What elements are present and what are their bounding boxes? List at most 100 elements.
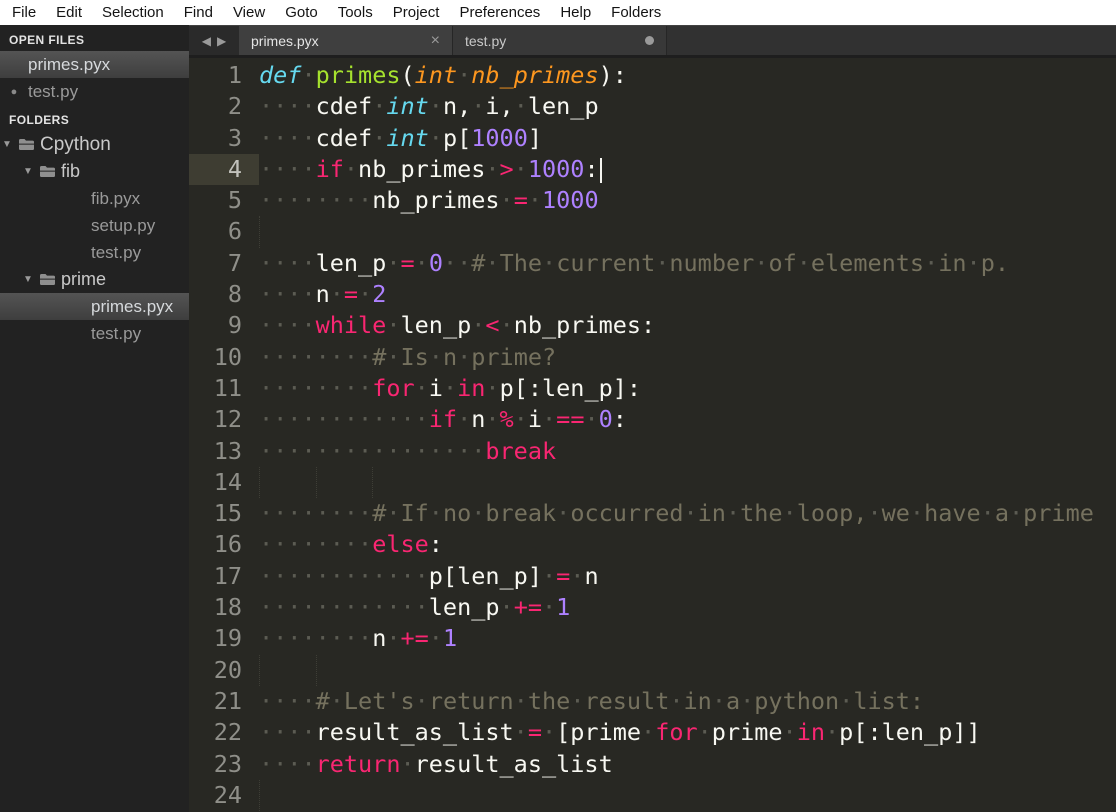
tree-folder-fib[interactable]: ▼ fib [0,158,189,185]
open-files-header: OPEN FILES [9,33,85,47]
disclosure-triangle-icon[interactable]: ▼ [0,139,14,150]
code-line[interactable]: 18 ············len_p·+=·1 [189,592,1116,623]
line-number: 13 [213,436,242,465]
code-lines: 1 def·primes(int·nb_primes): 2 ····cdef·int… [189,60,1116,812]
code-token: i [527,405,543,434]
line-number: 14 [213,467,242,496]
tab-close-icon[interactable]: × [431,32,440,49]
code-token: the [527,686,571,715]
tree-folder-cpython[interactable]: ▼ Cpython [0,131,189,158]
code-line[interactable]: 2 ····cdef·int·n,·i,·len_p [189,91,1116,122]
code-line[interactable]: 10 ········#·Is·n·prime? [189,342,1116,373]
code-editor[interactable]: 1 def·primes(int·nb_primes): 2 ····cdef·int… [189,58,1116,812]
menu-item-goto[interactable]: Goto [275,0,328,25]
tree-file-test-py[interactable]: test.py [0,239,189,266]
code-line[interactable]: 20 [189,654,1116,686]
code-line[interactable]: 14 [189,466,1116,499]
tab-primes-pyx[interactable]: primes.pyx × [239,26,453,55]
code-line[interactable]: 16 ········else: [189,529,1116,560]
code-line[interactable]: 13 ················break [189,436,1116,467]
code-line[interactable]: 7 ····len_p·=·0··#·The·current·number·of·… [189,248,1116,279]
code-line[interactable]: 15 ········#·If·no·break·occurred·in·the·… [189,498,1116,529]
tab-label: test.py [465,32,507,49]
menu-item-view[interactable]: View [223,0,275,25]
code-line[interactable]: 9 ····while·len_p·<·nb_primes: [189,310,1116,341]
whitespace-dots: ·· [442,248,472,277]
menu-item-file[interactable]: File [2,0,46,25]
code-line[interactable]: 23 ····return·result_as_list [189,749,1116,780]
code-token: loop, [796,499,868,528]
open-file-item[interactable]: primes.pyx [0,51,189,78]
tab-nav: ◀ ▶ [189,26,239,55]
whitespace-dots: · [513,154,528,183]
code-token: # [471,248,486,277]
tab-nav-back-icon[interactable]: ◀ [202,34,211,48]
code-line[interactable]: 4 ····if·nb_primes·>·1000: [189,153,1116,186]
code-line[interactable]: 24 [189,779,1116,812]
menu-item-selection[interactable]: Selection [92,0,174,25]
menu-item-preferences[interactable]: Preferences [449,0,550,25]
menu-item-tools[interactable]: Tools [328,0,383,25]
menu-bar: File Edit Selection Find View Goto Tools Projec… [0,0,1116,25]
code-line-content: ····return·result_as_list [259,749,1116,780]
whitespace-dots: ········ [259,186,373,215]
code-line[interactable]: 11 ········for·i·in·p[:len_p]: [189,373,1116,404]
code-line[interactable]: 8 ····n·=·2 [189,279,1116,310]
code-line[interactable]: 3 ····cdef·int·p[1000] [189,123,1116,154]
open-file-item[interactable]: ● test.py [0,78,189,105]
disclosure-triangle-icon[interactable]: ▼ [21,166,35,177]
code-token: n [442,342,458,371]
whitespace-dots: · [966,248,981,277]
disclosure-triangle-icon[interactable]: ▼ [21,274,35,285]
whitespace-dots: ···· [259,248,316,277]
code-line[interactable]: 19 ········n·+=·1 [189,623,1116,654]
tab-test-py[interactable]: test.py [453,26,667,55]
code-token: int [386,123,429,152]
whitespace-dots: · [513,405,528,434]
code-token: # [315,686,330,715]
code-line-content: ············p[len_p]·=·n [259,561,1116,592]
code-line[interactable]: 6 [189,216,1116,248]
line-number: 2 [227,92,242,121]
code-line-content: ········nb_primes·=·1000 [259,185,1116,216]
whitespace-dots: · [541,561,557,590]
tree-folder-label: Cpython [40,133,111,155]
whitespace-dots: · [372,123,387,152]
code-token: n [584,561,599,590]
menu-item-folders[interactable]: Folders [601,0,671,25]
code-line[interactable]: 5 ········nb_primes·=·1000 [189,185,1116,216]
tree-folder-prime[interactable]: ▼ prime [0,266,189,293]
line-number: 19 [213,624,242,653]
menu-item-find[interactable]: Find [174,0,223,25]
indent-guide [315,466,317,499]
tree-file-setup-py[interactable]: setup.py [0,212,189,239]
menu-item-project[interactable]: Project [383,0,450,25]
tree-file-fib-pyx[interactable]: fib.pyx [0,185,189,212]
menu-item-help[interactable]: Help [550,0,601,25]
code-line[interactable]: 17 ············p[len_p]·=·n [189,561,1116,592]
tree-file-primes-pyx[interactable]: primes.pyx [0,293,189,320]
whitespace-dots: · [471,92,486,121]
code-line[interactable]: 12 ············if·n·%·i·==·0: [189,404,1116,435]
whitespace-dots: · [457,405,472,434]
code-line-content: ····cdef·int·p[1000] [259,123,1116,154]
whitespace-dots: · [754,248,769,277]
menu-item-edit[interactable]: Edit [46,0,92,25]
code-line[interactable]: 1 def·primes(int·nb_primes): [189,60,1116,91]
whitespace-dots: · [697,718,712,747]
tree-file-label: primes.pyx [91,296,174,316]
code-token: result [584,686,670,715]
code-token: n [372,624,387,653]
indent-guide [315,654,317,686]
code-line[interactable]: 22 ····result_as_list·=·[prime·for·prime·… [189,717,1116,748]
code-token: nb_primes [358,154,486,183]
tab-nav-forward-icon[interactable]: ▶ [217,34,226,48]
code-line[interactable]: 21 ····#·Let's·return·the·result·in·a·pyt… [189,686,1116,717]
whitespace-dots: · [301,61,316,89]
whitespace-dots: · [556,499,571,528]
code-line-content: ············if·n·%·i·==·0: [259,404,1116,435]
whitespace-dots: · [457,342,472,371]
tree-file-test-py[interactable]: test.py [0,320,189,347]
whitespace-dots: · [740,686,755,715]
whitespace-dots: · [541,593,557,622]
